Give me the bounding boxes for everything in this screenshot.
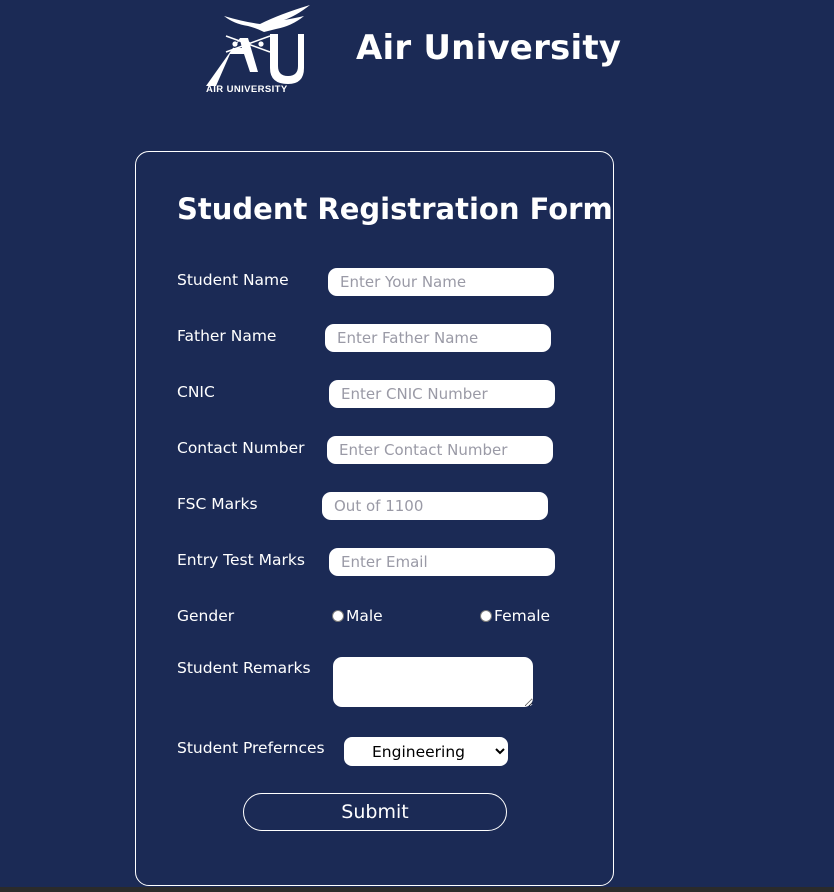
father-name-label: Father Name	[177, 327, 277, 345]
student-name-input[interactable]	[328, 268, 554, 296]
father-name-input[interactable]	[325, 324, 551, 352]
student-remarks-textarea[interactable]	[333, 657, 533, 707]
gender-male-radio[interactable]	[332, 610, 344, 622]
site-title: Air University	[356, 28, 622, 68]
contact-number-label: Contact Number	[177, 439, 305, 457]
cnic-input[interactable]	[329, 380, 555, 408]
registration-form: Student Registration Form Student Name F…	[135, 151, 614, 886]
gender-female-option[interactable]: Female	[480, 607, 550, 625]
header: AIR UNIVERSITY Air University	[0, 0, 834, 100]
student-name-label: Student Name	[177, 271, 289, 289]
fsc-marks-label: FSC Marks	[177, 495, 258, 513]
gender-male-label: Male	[346, 607, 383, 625]
gender-label: Gender	[177, 607, 235, 625]
student-remarks-label: Student Remarks	[177, 659, 311, 677]
submit-button[interactable]: Submit	[243, 793, 507, 831]
form-title: Student Registration Form	[177, 192, 613, 226]
gender-female-radio[interactable]	[480, 610, 492, 622]
student-preferences-select[interactable]: Engineering	[344, 737, 508, 766]
gender-female-label: Female	[494, 607, 551, 625]
contact-number-input[interactable]	[327, 436, 553, 464]
eagle-logo-icon: AIR UNIVERSITY	[206, 5, 310, 95]
bottom-scrollbar-strip	[0, 887, 834, 892]
svg-text:AIR UNIVERSITY: AIR UNIVERSITY	[206, 84, 288, 94]
cnic-label: CNIC	[177, 383, 215, 401]
entry-test-marks-input[interactable]	[329, 548, 555, 576]
air-university-logo: AIR UNIVERSITY	[200, 2, 312, 95]
student-preferences-label: Student Prefernces	[177, 739, 325, 757]
fsc-marks-input[interactable]	[322, 492, 548, 520]
entry-test-marks-label: Entry Test Marks	[177, 551, 305, 569]
gender-male-option[interactable]: Male	[332, 607, 383, 625]
